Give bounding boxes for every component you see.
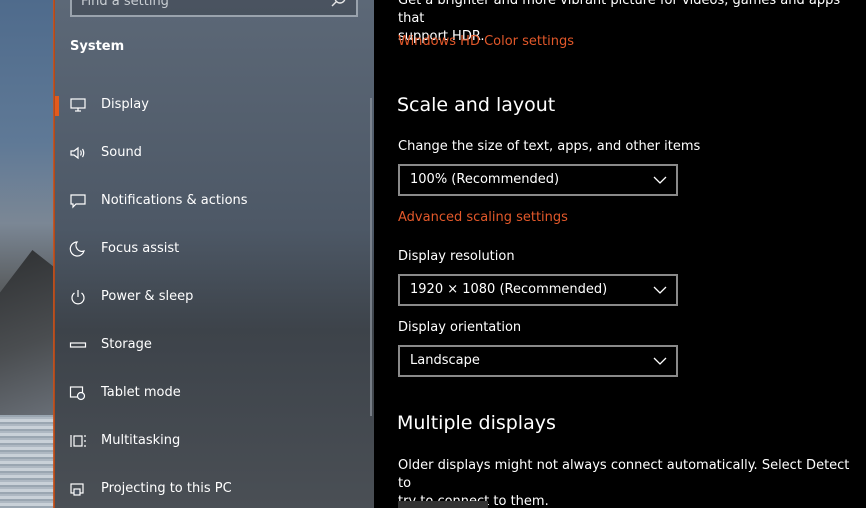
- selected-indicator: [55, 96, 59, 116]
- search-icon[interactable]: [330, 0, 348, 9]
- multiple-displays-line: Older displays might not always connect …: [398, 458, 850, 491]
- chevron-down-icon: [653, 357, 667, 365]
- projector-icon: [70, 483, 84, 496]
- sidebar-item-label: Power & sleep: [101, 289, 194, 304]
- sidebar-item-display[interactable]: Display: [55, 85, 365, 127]
- scale-label: Change the size of text, apps, and other…: [398, 139, 701, 154]
- orientation-dropdown-value: Landscape: [410, 353, 480, 368]
- sidebar-item-sound[interactable]: Sound: [55, 133, 365, 175]
- moon-icon: [69, 241, 85, 257]
- content-pane: Get a brighter and more vibrant picture …: [374, 0, 866, 508]
- wallpaper-snow: [0, 415, 54, 508]
- search-box[interactable]: [70, 0, 358, 17]
- scale-dropdown[interactable]: 100% (Recommended): [398, 164, 678, 196]
- chevron-down-icon: [653, 286, 667, 294]
- resolution-label: Display resolution: [398, 249, 515, 264]
- hdr-description-line: Get a brighter and more vibrant picture …: [398, 0, 841, 26]
- navigation-pane: System Display Sound Notifications & act…: [55, 0, 374, 508]
- tablet-mode-icon: [69, 386, 86, 401]
- orientation-label: Display orientation: [398, 320, 522, 335]
- speaker-icon: [70, 146, 85, 160]
- sidebar-item-label: Display: [101, 97, 149, 112]
- multiple-displays-heading: Multiple displays: [397, 412, 556, 434]
- sidebar-item-label: Tablet mode: [101, 385, 181, 400]
- sidebar-item-label: Multitasking: [101, 433, 181, 448]
- resolution-dropdown-value: 1920 × 1080 (Recommended): [410, 282, 608, 297]
- detect-button[interactable]: [398, 501, 488, 508]
- sidebar-item-tablet-mode[interactable]: Tablet mode: [55, 373, 365, 415]
- storage-icon: [69, 342, 87, 348]
- sidebar-item-notifications[interactable]: Notifications & actions: [55, 181, 365, 223]
- sidebar-item-label: Sound: [101, 145, 142, 160]
- sidebar-item-label: Storage: [101, 337, 152, 352]
- chevron-down-icon: [653, 176, 667, 184]
- wallpaper-hill: [0, 250, 54, 420]
- sidebar-item-projecting[interactable]: Projecting to this PC: [55, 469, 365, 508]
- search-input[interactable]: [81, 0, 321, 12]
- scale-layout-heading: Scale and layout: [397, 94, 556, 116]
- message-icon: [70, 194, 86, 209]
- desktop-wallpaper: [0, 0, 54, 508]
- nav-section-title: System: [70, 39, 125, 54]
- advanced-scaling-link[interactable]: Advanced scaling settings: [398, 210, 568, 225]
- sidebar-item-multitasking[interactable]: Multitasking: [55, 421, 365, 463]
- multitasking-icon: [70, 435, 86, 447]
- windows-hd-color-link[interactable]: Windows HD Color settings: [398, 34, 574, 49]
- sidebar-item-label: Projecting to this PC: [101, 481, 232, 496]
- orientation-dropdown[interactable]: Landscape: [398, 345, 678, 377]
- power-icon: [71, 290, 85, 305]
- sidebar-item-power-sleep[interactable]: Power & sleep: [55, 277, 365, 319]
- sidebar-item-label: Notifications & actions: [101, 193, 248, 208]
- sidebar-item-focus-assist[interactable]: Focus assist: [55, 229, 365, 271]
- scale-dropdown-value: 100% (Recommended): [410, 172, 560, 187]
- nav-scrollbar[interactable]: [370, 98, 372, 416]
- sidebar-item-storage[interactable]: Storage: [55, 325, 365, 367]
- sidebar-item-label: Focus assist: [101, 241, 180, 256]
- monitor-icon: [70, 98, 86, 112]
- resolution-dropdown[interactable]: 1920 × 1080 (Recommended): [398, 274, 678, 306]
